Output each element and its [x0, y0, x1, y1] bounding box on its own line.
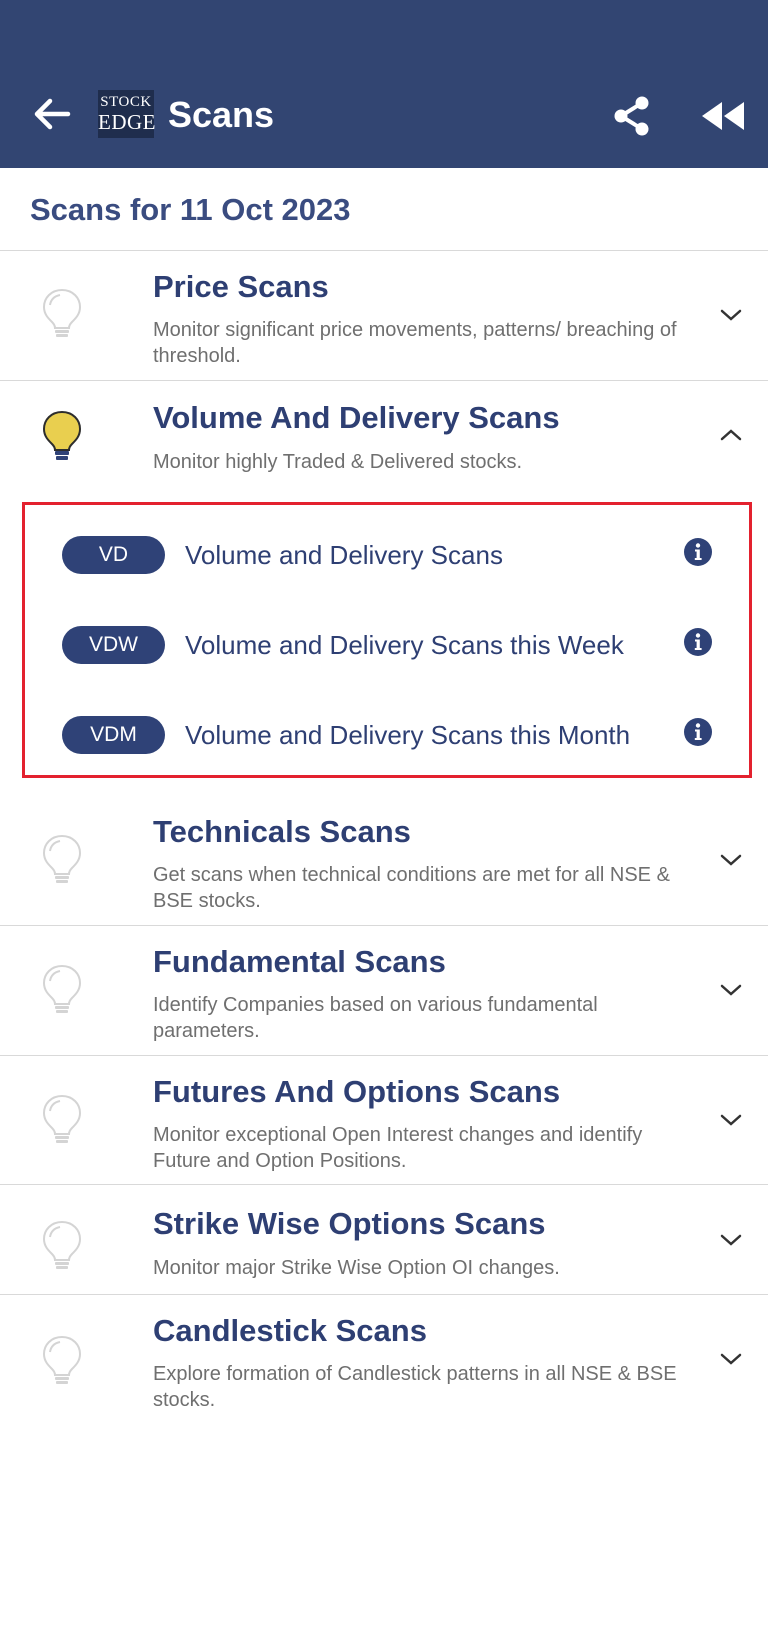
- scan-label: Volume and Delivery Scans this Month: [185, 720, 631, 750]
- lightbulb-icon: [42, 834, 82, 883]
- lightbulb-icon: [42, 964, 82, 1013]
- section-volume-delivery-scans[interactable]: Volume And Delivery Scans Monitor highly…: [0, 381, 768, 491]
- section-description: Get scans when technical conditions are …: [153, 864, 670, 912]
- scan-item-vdw[interactable]: VDW Volume and Delivery Scans this Week: [25, 615, 749, 675]
- app-bar: STOCK EDGE Scans: [0, 0, 768, 168]
- scan-badge: VDM: [62, 716, 165, 754]
- lightbulb-icon: [42, 288, 82, 337]
- info-icon[interactable]: [683, 537, 713, 567]
- section-title: Volume And Delivery Scans: [153, 400, 560, 435]
- info-icon[interactable]: [683, 717, 713, 747]
- fast-rewind-icon: [702, 102, 744, 130]
- arrow-left-icon: [34, 98, 71, 130]
- chevron-down-icon: [720, 309, 742, 321]
- section-fundamental-scans[interactable]: Fundamental Scans Identify Companies bas…: [0, 926, 768, 1055]
- chevron-down-icon: [720, 1234, 742, 1246]
- section-title: Fundamental Scans: [153, 944, 446, 979]
- lightbulb-icon: [42, 410, 82, 460]
- section-price-scans[interactable]: Price Scans Monitor significant price mo…: [0, 251, 768, 380]
- section-title: Futures And Options Scans: [153, 1074, 561, 1109]
- scan-badge: VD: [62, 536, 165, 574]
- lightbulb-icon: [42, 1335, 82, 1384]
- info-icon[interactable]: [683, 627, 713, 657]
- chevron-down-icon: [720, 1114, 742, 1126]
- page-title: Scans: [168, 94, 275, 135]
- scan-item-vdm[interactable]: VDM Volume and Delivery Scans this Month: [25, 705, 749, 765]
- section-description: Monitor significant price movements, pat…: [153, 319, 677, 367]
- lightbulb-icon: [42, 1220, 82, 1269]
- section-description: Monitor exceptional Open Interest change…: [153, 1124, 643, 1172]
- chevron-down-icon: [720, 1353, 742, 1365]
- section-description: Monitor highly Traded & Delivered stocks…: [153, 451, 523, 473]
- section-futures-options-scans[interactable]: Futures And Options Scans Monitor except…: [0, 1056, 768, 1184]
- section-strike-wise-scans[interactable]: Strike Wise Options Scans Monitor major …: [0, 1185, 768, 1294]
- scan-date-heading: Scans for 11 Oct 2023: [30, 192, 351, 227]
- rewind-button[interactable]: [698, 98, 748, 134]
- section-title: Price Scans: [153, 269, 329, 304]
- scan-badge: VDW: [62, 626, 165, 664]
- chevron-down-icon: [720, 854, 742, 866]
- section-description: Explore formation of Candlestick pattern…: [153, 1363, 677, 1411]
- volume-scans-list: VD Volume and Delivery Scans VDW Volume …: [22, 502, 752, 778]
- back-button[interactable]: [30, 92, 74, 136]
- scan-label: Volume and Delivery Scans: [185, 540, 503, 570]
- section-candlestick-scans[interactable]: Candlestick Scans Explore formation of C…: [0, 1295, 768, 1425]
- section-description: Monitor major Strike Wise Option OI chan…: [153, 1257, 560, 1279]
- scan-item-vd[interactable]: VD Volume and Delivery Scans: [25, 525, 749, 585]
- section-description: Identify Companies based on various fund…: [153, 994, 598, 1042]
- section-title: Technicals Scans: [153, 814, 411, 849]
- stockedge-logo: STOCK EDGE: [98, 90, 156, 138]
- section-title: Strike Wise Options Scans: [153, 1206, 546, 1241]
- section-technicals-scans[interactable]: Technicals Scans Get scans when technica…: [0, 796, 768, 925]
- chevron-down-icon: [720, 984, 742, 996]
- share-icon: [614, 96, 649, 136]
- lightbulb-icon: [42, 1094, 82, 1143]
- section-title: Candlestick Scans: [153, 1313, 427, 1348]
- chevron-up-icon: [720, 429, 742, 441]
- scan-label: Volume and Delivery Scans this Week: [185, 630, 624, 660]
- share-button[interactable]: [610, 94, 654, 138]
